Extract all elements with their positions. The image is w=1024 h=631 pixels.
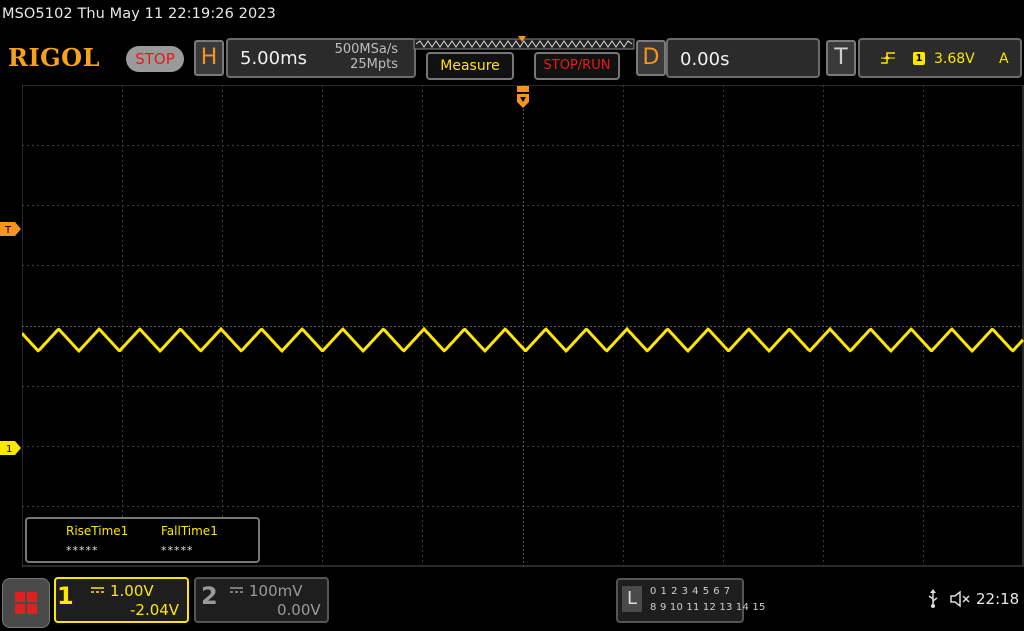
delay-label[interactable]: D — [636, 40, 666, 76]
system-clock: 22:18 — [976, 590, 1020, 608]
measurement-label: RiseTime1 — [66, 524, 129, 538]
trigger-level-marker[interactable]: T — [0, 222, 22, 236]
delay-value: 0.00s — [680, 49, 730, 70]
trigger-position-marker[interactable] — [515, 86, 531, 112]
timebase-value: 5.00ms — [240, 48, 307, 69]
waveform-display[interactable] — [22, 85, 1024, 567]
menu-grid-icon — [15, 592, 37, 614]
grid-border — [22, 85, 1024, 567]
measurement-value: ***** — [161, 544, 194, 557]
acquisition-info: 500MSa/s 25Mpts — [300, 42, 398, 72]
horizontal-label[interactable]: H — [194, 40, 224, 76]
memory-depth: 25Mpts — [350, 57, 398, 72]
sample-rate: 500MSa/s — [334, 42, 398, 57]
trigger-level-marker-text: T — [4, 225, 12, 236]
measurement-label: FallTime1 — [161, 524, 218, 538]
ch2-number: 2 — [201, 582, 218, 610]
run-state-badge[interactable]: STOP — [126, 46, 184, 72]
rigol-logo: RIGOL — [8, 43, 100, 72]
memory-overview-strip — [413, 36, 635, 50]
trigger-source-badge: 1 — [913, 52, 925, 65]
logic-channels-row1: 0 1 2 3 4 5 6 7 — [650, 586, 731, 597]
dc-coupling-icon — [230, 587, 243, 593]
ch1-offset: -2.04V — [130, 601, 180, 619]
ch1-scale: 1.00V — [110, 582, 154, 600]
ch1-ground-marker-text: 1 — [6, 444, 12, 455]
main-menu-button[interactable] — [2, 578, 50, 628]
logic-channels-row2: 8 9 10 11 12 13 14 15 — [650, 602, 766, 613]
stop-run-button[interactable]: STOP/RUN — [534, 52, 620, 80]
speaker-mute-icon[interactable] — [950, 590, 972, 608]
ch1-number: 1 — [57, 582, 74, 610]
ch2-offset: 0.00V — [277, 601, 321, 619]
dc-coupling-icon — [91, 587, 104, 593]
ch2-scale: 100mV — [249, 582, 303, 600]
measurement-value: ***** — [66, 544, 99, 557]
rising-edge-icon — [881, 52, 895, 64]
measure-button[interactable]: Measure — [426, 52, 514, 80]
trigger-mode: A — [999, 51, 1009, 67]
logic-label: L — [622, 586, 642, 612]
ch1-ground-marker[interactable]: 1 — [0, 441, 22, 455]
device-info-line: MSO5102 Thu May 11 22:19:26 2023 — [2, 6, 276, 22]
trigger-level: 3.68V — [934, 51, 975, 67]
measurement-panel[interactable] — [25, 517, 260, 563]
trigger-label[interactable]: T — [826, 40, 856, 76]
usb-icon — [928, 589, 938, 608]
